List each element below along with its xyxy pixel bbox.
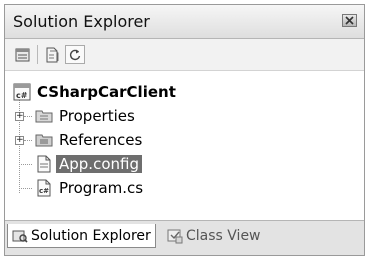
csharp-project-icon: c#	[13, 83, 31, 101]
close-icon	[345, 16, 354, 25]
config-file-icon	[35, 155, 53, 173]
tab-label: Solution Explorer	[31, 227, 151, 244]
refresh-button[interactable]	[65, 45, 85, 64]
properties-button[interactable]	[13, 45, 33, 64]
properties-folder-icon	[35, 107, 53, 125]
expand-properties-button[interactable]: +	[15, 112, 24, 121]
solution-explorer-icon	[12, 228, 28, 244]
solution-tree: c# CSharpCarClient + Properties + Refere…	[5, 71, 364, 221]
csharp-file-icon: c#	[35, 179, 53, 197]
tree-item-properties[interactable]: Properties	[35, 105, 135, 127]
project-name: CSharpCarClient	[37, 83, 176, 101]
tree-connector	[19, 188, 32, 189]
tab-label: Class View	[186, 228, 261, 244]
tree-item-references[interactable]: References	[35, 129, 142, 151]
svg-text:c#: c#	[39, 187, 49, 195]
tree-item-label: Program.cs	[59, 179, 144, 197]
title-bar: Solution Explorer	[5, 5, 364, 39]
show-all-files-icon	[46, 47, 59, 62]
properties-icon	[15, 48, 30, 61]
tree-item-label: Properties	[59, 107, 135, 125]
references-folder-icon	[35, 131, 53, 149]
tab-class-view[interactable]: Class View	[163, 224, 265, 248]
tree-connector	[24, 116, 32, 117]
tree-item-label: References	[59, 131, 143, 149]
show-all-files-button[interactable]	[42, 45, 62, 64]
class-view-icon	[167, 228, 183, 244]
tree-connector	[24, 140, 32, 141]
toolbar-separator	[37, 45, 38, 64]
panel-title: Solution Explorer	[13, 12, 150, 31]
tree-item-project[interactable]: c# CSharpCarClient	[13, 81, 176, 103]
tree-item-app-config[interactable]: App.config	[35, 153, 142, 175]
close-button[interactable]	[342, 14, 357, 27]
expand-references-button[interactable]: +	[15, 136, 24, 145]
svg-text:c#: c#	[16, 91, 28, 100]
tree-connector	[19, 164, 32, 165]
tree-item-program-cs[interactable]: c# Program.cs	[35, 177, 143, 199]
solution-explorer-panel: Solution Explorer c# CSharpCarClient + P…	[4, 4, 365, 256]
refresh-icon	[69, 49, 81, 60]
bottom-tab-strip: Solution Explorer Class View	[5, 220, 364, 255]
tree-item-label: App.config	[56, 155, 142, 173]
toolbar	[5, 39, 364, 71]
tab-solution-explorer[interactable]: Solution Explorer	[7, 224, 156, 248]
